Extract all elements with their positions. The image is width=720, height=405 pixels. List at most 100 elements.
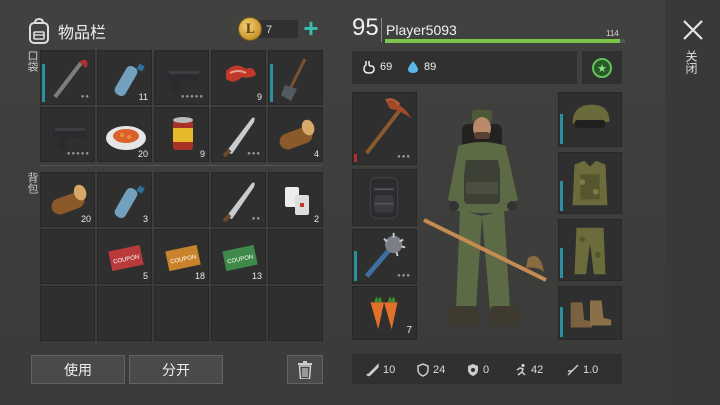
pocket-grid: ●● 11 ●●●●● 9 ●●●●● 20 9 ●●● 4 — [40, 50, 323, 162]
backpack-slot[interactable]: ●● — [211, 172, 266, 227]
item-count: 20 — [80, 214, 91, 224]
backpack-slot[interactable] — [211, 286, 266, 341]
item-count: 9 — [256, 92, 262, 102]
equip-slot-legs[interactable] — [558, 219, 622, 281]
item-count: 20 — [137, 149, 148, 159]
player-character — [423, 110, 547, 326]
quality-dots: ●●● — [397, 154, 411, 160]
backpack-slot[interactable] — [97, 286, 152, 341]
stealth-value: 1.0 — [583, 364, 599, 376]
boots-icon — [570, 300, 612, 328]
durability-bar — [354, 251, 357, 281]
durability-bar — [270, 64, 273, 102]
backpack-slot[interactable]: COUPON 18 — [154, 229, 209, 284]
speed-stat: 42 — [514, 363, 543, 377]
split-button[interactable]: 分开 — [129, 355, 223, 384]
player-level: 95 — [352, 14, 379, 41]
quality-dots: ●●●●● — [66, 151, 90, 157]
close-icon[interactable] — [681, 18, 705, 42]
item-count: 5 — [142, 271, 148, 281]
pocket-slot[interactable]: ●●●●● — [154, 50, 209, 105]
backpack-slot[interactable] — [268, 229, 323, 284]
trash-button[interactable] — [287, 355, 323, 384]
durability-bar — [560, 181, 563, 211]
sword-icon — [366, 363, 379, 377]
inventory-title: 物品栏 — [58, 25, 107, 42]
backpack-slot[interactable]: 3 — [97, 172, 152, 227]
backpack-icon — [29, 18, 49, 44]
backpack-slot[interactable]: COUPON 13 — [211, 229, 266, 284]
pocket-slot[interactable]: ●●●●● — [40, 107, 95, 162]
xp-bar-fill — [385, 39, 621, 43]
stats-bar: 10 24 0 42 1.0 — [352, 354, 622, 384]
camo-vest-icon — [572, 160, 608, 206]
equip-slot-feet[interactable] — [558, 286, 622, 340]
close-label[interactable]: 关闭 — [684, 50, 700, 74]
item-count: 11 — [138, 92, 148, 102]
item-count: 3 — [142, 214, 148, 224]
backpack-item-icon — [370, 177, 399, 219]
radiation-value: 0 — [483, 364, 490, 376]
stealth-icon — [567, 364, 579, 376]
stomach-icon — [363, 61, 375, 74]
equip-slot-consumable[interactable]: 7 — [352, 286, 417, 340]
water-value: 89 — [424, 61, 437, 73]
pocket-slot[interactable]: ●● — [40, 50, 95, 105]
coin-count: 7 — [266, 24, 273, 36]
pocket-section-label: 口袋 — [26, 50, 38, 72]
inventory-screen: 物品栏 L 7 + 口袋 背包 ●● 11 ●●●●● 9 ●●●●● 20 9 ●●● 4 2… — [0, 0, 720, 405]
equip-slot-backpack[interactable] — [352, 169, 417, 226]
backpack-slot[interactable] — [40, 229, 95, 284]
equip-slot-body[interactable] — [558, 152, 622, 214]
camo-pants-icon — [574, 227, 606, 275]
attack-stat: 10 — [366, 363, 395, 377]
shovel-icon — [281, 58, 307, 101]
shield-icon — [417, 363, 429, 377]
backpack-slot[interactable]: COUPON 5 — [97, 229, 152, 284]
running-icon — [516, 363, 526, 376]
backpack-slot[interactable]: 20 — [40, 172, 95, 227]
pocket-slot[interactable]: ●●● — [211, 107, 266, 162]
quality-dots: ●● — [80, 94, 90, 100]
level-divider — [381, 18, 382, 42]
backpack-slot[interactable] — [268, 286, 323, 341]
backpack-slot[interactable] — [40, 286, 95, 341]
pocket-slot[interactable]: 20 — [97, 107, 152, 162]
pocket-slot[interactable]: 4 — [268, 107, 323, 162]
backpack-grid: 20 3 ●● 2 COUPON 5 COUPON 18 COUPON 13 — [40, 172, 323, 341]
quality-dots: ●● — [251, 216, 261, 222]
add-coins-button[interactable]: + — [298, 15, 324, 42]
pocket-slot[interactable] — [268, 50, 323, 105]
item-count: 4 — [313, 149, 319, 159]
helmet-goggles-icon — [572, 104, 610, 128]
quality-dots: ●●● — [397, 273, 411, 279]
section-divider — [40, 165, 323, 166]
perk-button[interactable]: ★ — [592, 58, 612, 78]
equip-slot-melee[interactable]: ●●● — [352, 229, 417, 284]
radiation-shield-icon — [468, 364, 478, 376]
xp-bar — [385, 39, 625, 43]
quality-dots: ●●●●● — [180, 94, 204, 100]
coin-icon: L — [238, 17, 262, 41]
radiation-stat: 0 — [466, 363, 489, 377]
equip-slot-head[interactable] — [558, 92, 622, 147]
defense-value: 24 — [433, 364, 446, 376]
durability-bar — [560, 114, 563, 144]
backpack-section-label: 背包 — [26, 172, 38, 194]
pocket-slot[interactable]: 9 — [154, 107, 209, 162]
backpack-slot[interactable] — [154, 172, 209, 227]
use-button[interactable]: 使用 — [31, 355, 125, 384]
item-count: 2 — [313, 214, 319, 224]
item-count: 13 — [251, 271, 262, 281]
inventory-header: 物品栏 — [28, 16, 106, 46]
water-drop-icon — [408, 61, 418, 73]
pocket-slot[interactable]: 11 — [97, 50, 152, 105]
pocket-slot[interactable]: 9 — [211, 50, 266, 105]
item-count: 18 — [194, 271, 205, 281]
backpack-slot[interactable] — [154, 286, 209, 341]
equip-slot-weapon[interactable]: ●●● — [352, 92, 417, 165]
vitals-panel: 69 89 — [352, 51, 577, 84]
backpack-slot[interactable]: 2 — [268, 172, 323, 227]
defense-stat: 24 — [416, 363, 445, 377]
durability-bar — [560, 307, 563, 337]
